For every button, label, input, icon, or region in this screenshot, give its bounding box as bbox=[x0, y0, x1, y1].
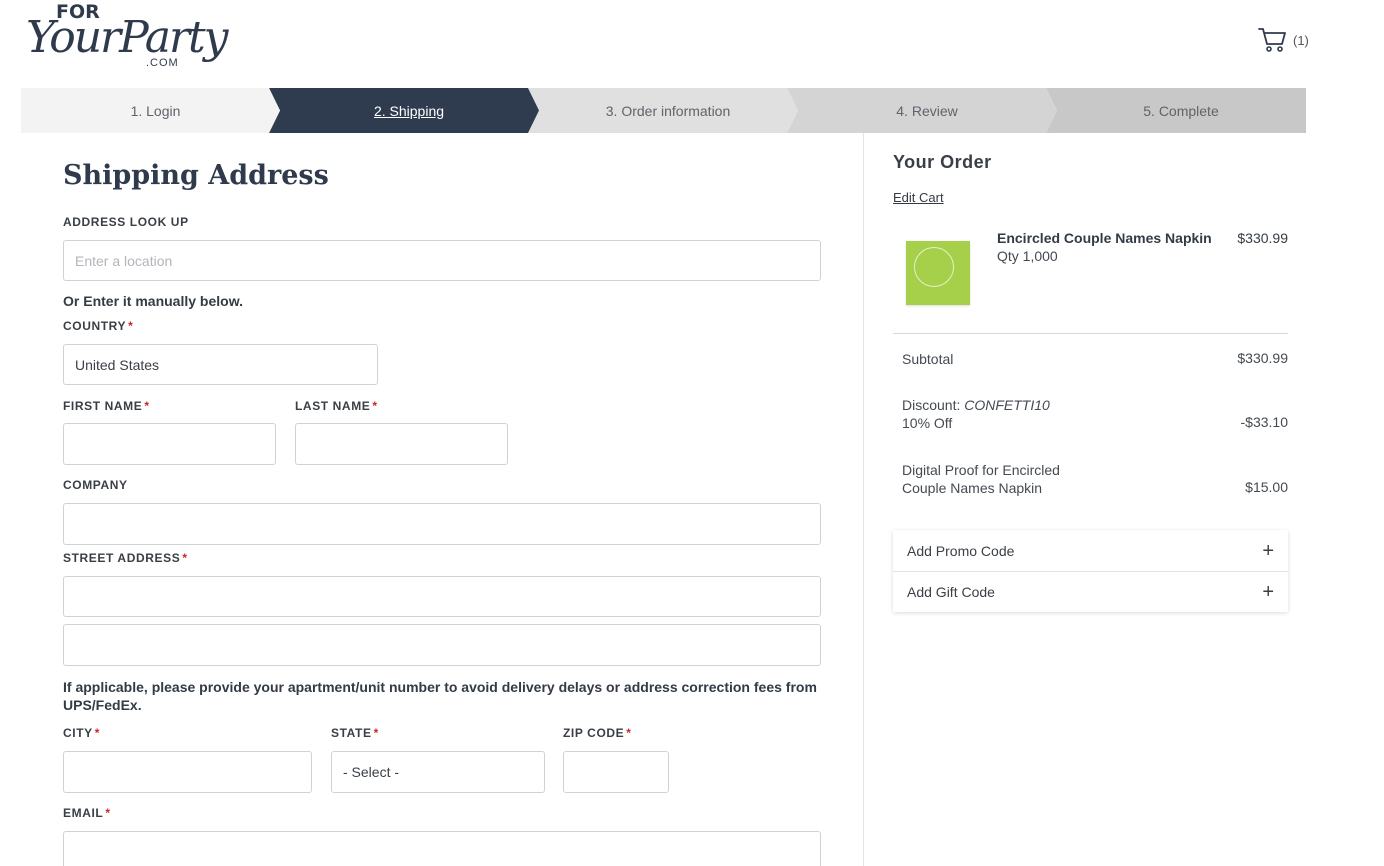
gift-code-label: Add Gift Code bbox=[907, 584, 995, 600]
step-label: 5. Complete bbox=[1143, 102, 1219, 119]
add-promo-code-button[interactable]: Add Promo Code + bbox=[893, 530, 1288, 571]
first-name-input[interactable] bbox=[63, 423, 276, 465]
discount-info: Discount: CONFETTI10 10% Off bbox=[902, 396, 1050, 432]
step-complete: 5. Complete bbox=[1046, 88, 1306, 133]
address-lookup-input[interactable] bbox=[63, 240, 821, 281]
first-name-label: FIRST NAME * bbox=[63, 399, 150, 413]
promo-code-label: Add Promo Code bbox=[907, 542, 1015, 559]
email-input[interactable] bbox=[63, 831, 821, 866]
step-shipping[interactable]: 2. Shipping bbox=[269, 88, 539, 133]
logo-your-party: YourParty bbox=[26, 12, 229, 63]
step-login[interactable]: 1. Login bbox=[21, 88, 280, 133]
step-label: 4. Review bbox=[896, 102, 958, 119]
cart-icon bbox=[1258, 28, 1286, 52]
cart-count: (1) bbox=[1293, 32, 1309, 48]
proof-line1: Digital Proof for Encircled bbox=[902, 462, 1060, 478]
required-marker: * bbox=[372, 399, 378, 413]
step-order-information: 3. Order information bbox=[528, 88, 798, 133]
discount-value: -$33.10 bbox=[1240, 414, 1288, 430]
apartment-note: If applicable, please provide your apart… bbox=[63, 679, 817, 713]
address-lookup-label: ADDRESS LOOK UP bbox=[63, 215, 189, 229]
country-select[interactable]: United States bbox=[63, 344, 378, 385]
proof-value: $15.00 bbox=[1245, 479, 1288, 495]
required-marker: * bbox=[144, 399, 150, 413]
street-address-label: STREET ADDRESS * bbox=[63, 551, 188, 565]
step-label: 1. Login bbox=[130, 102, 181, 119]
state-select[interactable]: - Select - bbox=[331, 751, 545, 793]
manual-entry-note: Or Enter it manually below. bbox=[63, 293, 243, 309]
company-input[interactable] bbox=[63, 503, 821, 545]
proof-line2: Couple Names Napkin bbox=[902, 480, 1043, 496]
city-label-text: CITY bbox=[63, 726, 93, 740]
city-input[interactable] bbox=[63, 751, 312, 793]
add-gift-code-button[interactable]: Add Gift Code + bbox=[893, 571, 1288, 612]
zip-code-input[interactable] bbox=[563, 751, 669, 793]
email-label: EMAIL * bbox=[63, 806, 111, 820]
your-order-title: Your Order bbox=[893, 152, 992, 172]
page-title: Shipping Address bbox=[63, 160, 329, 191]
country-value: United States bbox=[75, 356, 160, 373]
last-name-input[interactable] bbox=[295, 423, 508, 465]
state-value: - Select - bbox=[343, 764, 400, 780]
plus-icon: + bbox=[1262, 539, 1274, 562]
required-marker: * bbox=[373, 726, 379, 740]
state-label: STATE * bbox=[331, 726, 379, 740]
required-marker: * bbox=[94, 726, 101, 740]
email-label-text: EMAIL bbox=[63, 806, 104, 820]
last-name-label-text: LAST NAME bbox=[295, 399, 371, 413]
country-label: COUNTRY * bbox=[63, 319, 133, 333]
step-label: 2. Shipping bbox=[373, 102, 445, 119]
required-marker: * bbox=[626, 726, 632, 740]
item-price: $330.99 bbox=[1237, 230, 1288, 246]
discount-code: CONFETTI10 bbox=[964, 397, 1050, 413]
code-panel: Add Promo Code + Add Gift Code + bbox=[893, 530, 1288, 612]
discount-detail: 10% Off bbox=[902, 415, 953, 431]
summary-divider bbox=[893, 333, 1288, 334]
proof-label: Digital Proof for Encircled Couple Names… bbox=[902, 461, 1060, 497]
country-label-text: COUNTRY bbox=[63, 319, 127, 333]
street-address-label-text: STREET ADDRESS bbox=[63, 551, 181, 565]
required-marker: * bbox=[182, 551, 188, 565]
napkin-ring-graphic bbox=[914, 247, 954, 287]
product-thumbnail[interactable] bbox=[906, 241, 970, 305]
logo-com: .COM bbox=[146, 57, 179, 69]
required-marker: * bbox=[128, 319, 134, 333]
column-divider bbox=[863, 133, 864, 866]
step-label: 3. Order information bbox=[605, 102, 731, 119]
discount-label: Discount: bbox=[902, 397, 961, 413]
checkout-steps: 1. Login 2. Shipping 3. Order informatio… bbox=[21, 88, 1317, 133]
zip-code-label-text: ZIP CODE bbox=[563, 726, 625, 740]
required-marker: * bbox=[105, 806, 111, 820]
street-address-line1-input[interactable] bbox=[63, 576, 821, 617]
city-label: CITY * bbox=[63, 726, 100, 740]
subtotal-value: $330.99 bbox=[1237, 350, 1288, 366]
state-label-text: STATE bbox=[331, 726, 372, 740]
street-address-line2-input[interactable] bbox=[63, 624, 821, 666]
cart-button[interactable]: (1) bbox=[1258, 26, 1318, 54]
item-quantity: Qty 1,000 bbox=[997, 248, 1058, 264]
step-review: 4. Review bbox=[787, 88, 1057, 133]
first-name-label-text: FIRST NAME bbox=[63, 399, 143, 413]
site-logo[interactable]: FOR YourParty .COM bbox=[26, 2, 229, 80]
edit-cart-link[interactable]: Edit Cart bbox=[893, 190, 944, 205]
last-name-label: LAST NAME * bbox=[295, 399, 378, 413]
company-label: COMPANY bbox=[63, 478, 128, 492]
plus-icon: + bbox=[1262, 581, 1274, 603]
subtotal-label: Subtotal bbox=[902, 351, 954, 367]
zip-code-label: ZIP CODE * bbox=[563, 726, 632, 740]
item-name: Encircled Couple Names Napkin bbox=[997, 230, 1212, 246]
